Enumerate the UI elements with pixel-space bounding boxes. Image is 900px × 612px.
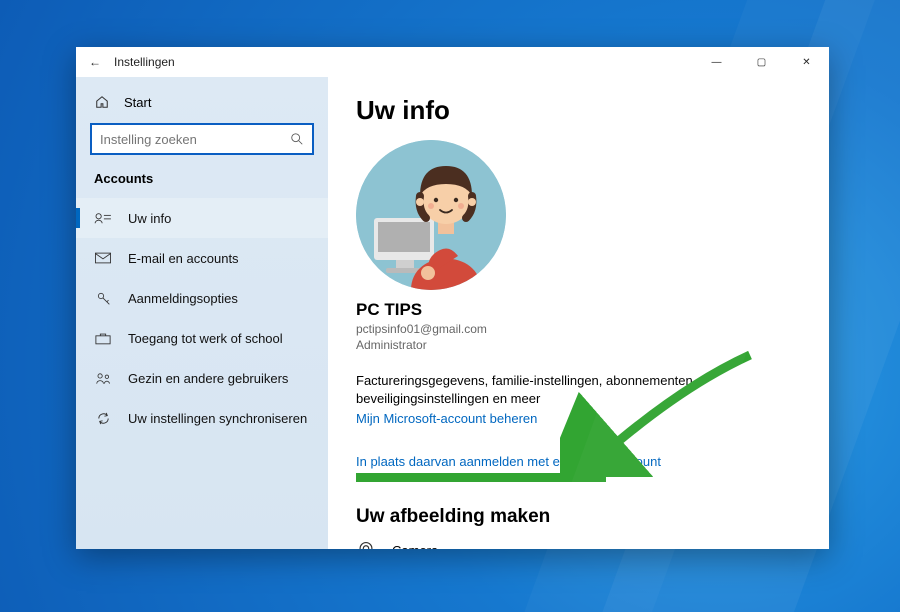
user-role: Administrator [356,338,801,352]
titlebar: ← Instellingen — ▢ ✕ [76,47,829,77]
search-input[interactable] [100,132,290,147]
home-label: Start [124,95,151,110]
local-account-link[interactable]: In plaats daarvan aanmelden met een loka… [356,454,661,469]
key-icon [94,290,112,306]
highlight-underline [356,473,606,482]
sidebar-item-label: Aanmeldingsopties [128,291,238,306]
camera-icon [356,540,378,549]
manage-account-link[interactable]: Mijn Microsoft-account beheren [356,411,537,426]
sidebar-item-label: Uw instellingen synchroniseren [128,411,307,426]
window-controls: — ▢ ✕ [694,47,829,77]
person-card-icon [94,210,112,226]
maximize-button[interactable]: ▢ [739,47,784,77]
mail-icon [94,250,112,266]
search-icon [290,132,304,146]
settings-window: ← Instellingen — ▢ ✕ Start [76,47,829,549]
sidebar-section-title: Accounts [76,165,328,198]
sidebar-item-label: Toegang tot werk of school [128,331,283,346]
sidebar: Start Accounts Uw info [76,77,328,549]
minimize-button[interactable]: — [694,47,739,77]
sidebar-item-label: Gezin en andere gebruikers [128,371,288,386]
annotation-arrow [560,347,760,477]
sidebar-item-family[interactable]: Gezin en andere gebruikers [76,358,328,398]
user-email: pctipsinfo01@gmail.com [356,322,801,336]
close-button[interactable]: ✕ [784,47,829,77]
briefcase-icon [94,330,112,346]
sidebar-item-email[interactable]: E-mail en accounts [76,238,328,278]
user-name: PC TIPS [356,300,801,320]
sidebar-item-sync[interactable]: Uw instellingen synchroniseren [76,398,328,438]
billing-description: Factureringsgegevens, familie-instelling… [356,372,716,407]
picture-heading: Uw afbeelding maken [356,506,801,528]
window-title: Instellingen [114,55,175,69]
sidebar-item-label: E-mail en accounts [128,251,239,266]
search-box[interactable] [90,123,314,155]
sidebar-item-label: Uw info [128,211,171,226]
sidebar-item-info[interactable]: Uw info [76,198,328,238]
home-icon [94,94,110,110]
camera-label: Camera [392,543,438,549]
sidebar-item-signin[interactable]: Aanmeldingsopties [76,278,328,318]
back-button[interactable]: ← [88,55,102,69]
avatar [356,140,506,290]
sidebar-item-work[interactable]: Toegang tot werk of school [76,318,328,358]
search-wrap [76,121,328,165]
sync-icon [94,410,112,426]
people-icon [94,370,112,386]
home-button[interactable]: Start [76,83,328,121]
camera-option[interactable]: Camera [356,540,801,549]
window-content: Start Accounts Uw info [76,77,829,549]
page-title: Uw info [356,95,801,126]
main-panel: Uw info [328,77,829,549]
